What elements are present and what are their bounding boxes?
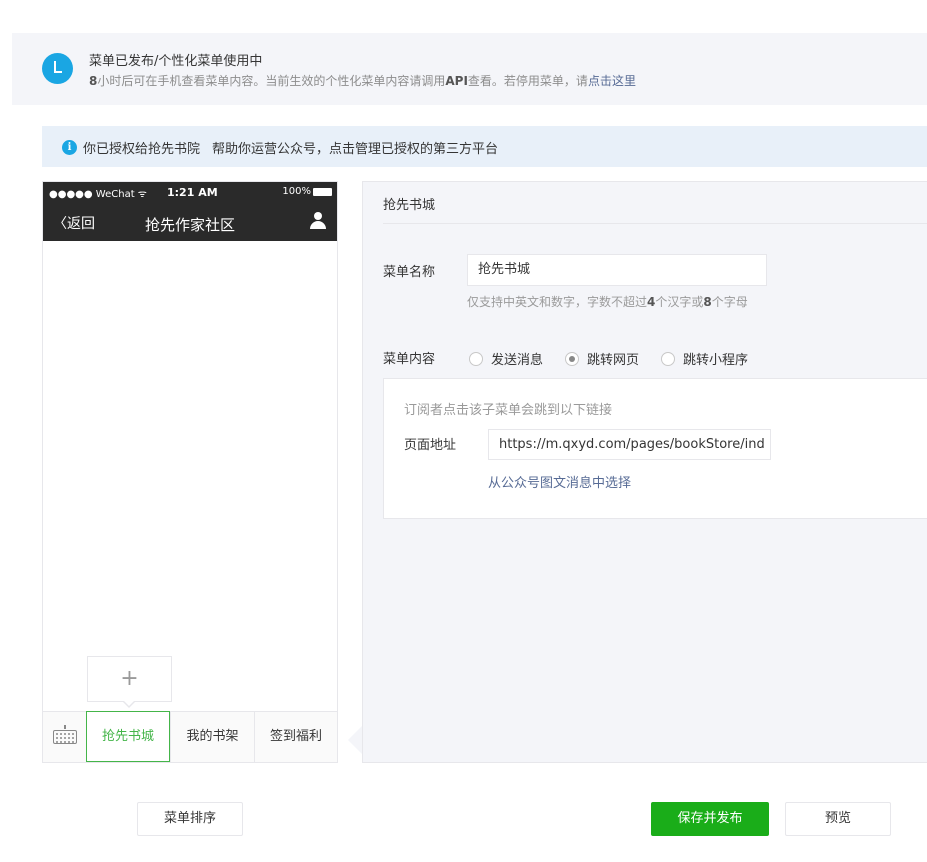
phone-header: ●●●●● WeChat ᯤ 1:21 AM 100% 〈返回 抢先作家社区 xyxy=(43,182,337,241)
disable-menu-link[interactable]: 点击这里 xyxy=(588,74,636,88)
clock-icon xyxy=(42,53,73,84)
authorization-notice: i 你已授权给抢先书院 帮助你运营公众号，点击管理已授权的第三方平台 xyxy=(42,126,927,167)
battery-icon xyxy=(313,188,332,196)
status-time: 1:21 AM xyxy=(167,186,218,199)
status-description: 8小时后可在手机查看菜单内容。当前生效的个性化菜单内容请调用API查看。若停用菜… xyxy=(89,74,636,88)
menu-editor-panel: 抢先书城 菜单名称 抢先书城 仅支持中英文和数字，字数不超过4个汉字或8个字母 … xyxy=(362,181,927,763)
menu-name-input[interactable]: 抢先书城 xyxy=(467,254,767,286)
jump-description: 订阅者点击该子菜单会跳到以下链接 xyxy=(404,403,613,418)
menu-item-checkin[interactable]: 签到福利 xyxy=(254,712,337,762)
menu-item-bookstore[interactable]: 抢先书城 xyxy=(86,711,170,762)
editor-title: 抢先书城 xyxy=(383,198,436,213)
save-publish-button[interactable]: 保存并发布 xyxy=(651,802,769,836)
info-icon: i xyxy=(62,140,77,155)
preview-button[interactable]: 预览 xyxy=(785,802,891,836)
pick-from-articles-link[interactable]: 从公众号图文消息中选择 xyxy=(488,472,631,491)
custom-menu-bar: 抢先书城 我的书架 签到福利 xyxy=(43,711,337,762)
battery-percent: 100% xyxy=(282,186,311,197)
menu-name-hint: 仅支持中英文和数字，字数不超过4个汉字或8个字母 xyxy=(467,295,748,309)
phone-preview: ●●●●● WeChat ᯤ 1:21 AM 100% 〈返回 抢先作家社区 +… xyxy=(42,181,338,763)
keyboard-icon xyxy=(53,725,77,744)
page-url-label: 页面地址 xyxy=(404,438,457,453)
manage-third-party-link[interactable]: 帮助你运营公众号，点击管理已授权的第三方平台 xyxy=(212,142,498,157)
radio-jump-webpage[interactable]: 跳转网页 xyxy=(565,349,639,368)
publish-status-panel: 菜单已发布/个性化菜单使用中 8小时后可在手机查看菜单内容。当前生效的个性化菜单… xyxy=(12,33,927,105)
status-title: 菜单已发布/个性化菜单使用中 xyxy=(89,54,263,69)
page-url-input[interactable]: https://m.qxyd.com/pages/bookStore/ind xyxy=(488,429,771,460)
radio-jump-miniprogram[interactable]: 跳转小程序 xyxy=(661,349,748,368)
keyboard-toggle[interactable] xyxy=(43,712,87,762)
radio-send-message[interactable]: 发送消息 xyxy=(469,349,543,368)
signal-indicator: ●●●●● WeChat ᯤ xyxy=(49,189,147,200)
menu-sort-button[interactable]: 菜单排序 xyxy=(137,802,243,836)
authorization-text: 你已授权给抢先书院 帮助你运营公众号，点击管理已授权的第三方平台 xyxy=(83,142,499,157)
menu-name-label: 菜单名称 xyxy=(383,265,436,280)
add-submenu-button[interactable]: + xyxy=(87,656,172,702)
user-icon xyxy=(309,212,327,230)
menu-content-label: 菜单内容 xyxy=(383,352,436,367)
back-button: 〈返回 xyxy=(53,216,95,232)
account-title: 抢先作家社区 xyxy=(145,216,236,234)
editor-pointer xyxy=(348,726,362,754)
jump-webpage-box: 订阅者点击该子菜单会跳到以下链接 页面地址 https://m.qxyd.com… xyxy=(383,378,927,519)
menu-item-bookshelf[interactable]: 我的书架 xyxy=(170,712,254,762)
